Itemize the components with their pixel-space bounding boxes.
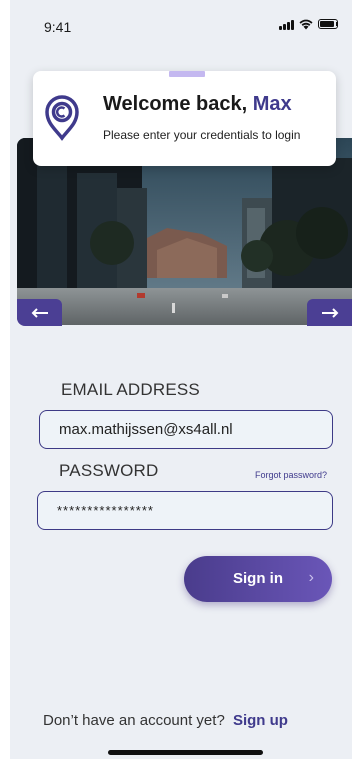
password-field[interactable] (37, 491, 333, 530)
status-time: 9:41 (44, 19, 72, 35)
signup-row: Don’t have an account yet? Sign up (43, 712, 288, 729)
previous-image-button[interactable] (17, 299, 62, 326)
welcome-subtitle: Please enter your credentials to login (103, 128, 301, 142)
email-field[interactable] (39, 410, 333, 449)
chevron-right-icon: › (308, 569, 314, 586)
wifi-icon (299, 19, 313, 30)
sign-up-link[interactable]: Sign up (233, 712, 288, 729)
home-indicator (108, 750, 263, 755)
battery-icon (318, 19, 338, 29)
password-label: PASSWORD (59, 461, 159, 480)
arrow-left-icon (31, 307, 48, 318)
sign-in-button[interactable]: Sign in › (184, 556, 332, 602)
email-label: EMAIL ADDRESS (61, 380, 200, 399)
next-image-button[interactable] (307, 299, 352, 326)
no-account-text: Don’t have an account yet? (43, 712, 225, 729)
status-icons (279, 18, 338, 30)
phone-screen: 9:41 Welcome back, Max Please enter your… (10, 0, 352, 759)
arrow-right-icon (321, 307, 338, 318)
signal-icon (279, 19, 294, 30)
hero-street-image (17, 138, 352, 325)
welcome-title: Welcome back, Max (103, 93, 292, 116)
sign-in-label: Sign in (233, 570, 283, 587)
welcome-card: Welcome back, Max Please enter your cred… (33, 71, 336, 166)
card-top-indicator (169, 71, 205, 77)
user-name: Max (252, 93, 292, 115)
welcome-prefix: Welcome back, (103, 93, 253, 115)
location-pin-logo-icon (45, 95, 79, 141)
forgot-password-link[interactable]: Forgot password? (255, 470, 327, 480)
